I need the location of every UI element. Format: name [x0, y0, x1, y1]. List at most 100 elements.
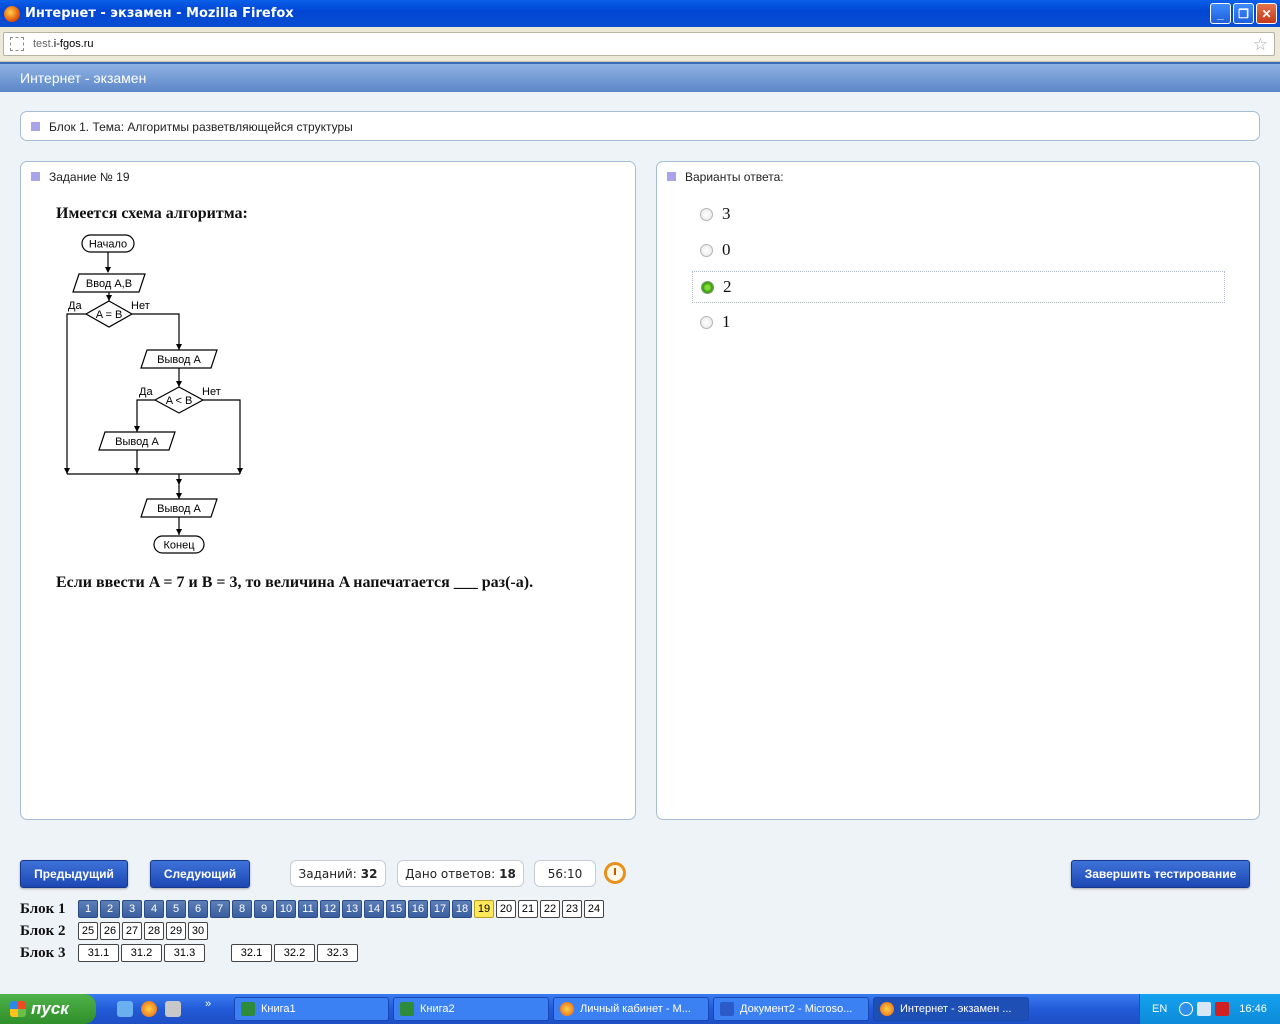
taskbar-item-label: Книга2: [420, 1003, 455, 1015]
navigation-bar: test.i-fgos.ru ☆: [0, 27, 1280, 62]
previous-button[interactable]: Предыдущий: [20, 860, 128, 888]
firefox-icon: [4, 5, 20, 22]
site-identity-icon[interactable]: [10, 37, 24, 51]
timer-value: 56:10: [547, 866, 583, 881]
task-nav-button[interactable]: 15: [386, 900, 406, 918]
minimize-button[interactable]: _: [1210, 3, 1231, 24]
excel-icon: [400, 1002, 414, 1016]
block-row-2: Блок 2 25 26 27 28 29 30: [20, 921, 208, 941]
task-nav-button[interactable]: 9: [254, 900, 274, 918]
taskbar-item-active[interactable]: Интернет - экзамен ...: [873, 997, 1029, 1021]
url-text: test.i-fgos.ru: [33, 38, 94, 50]
tasks-count-box: Заданий: 32: [290, 860, 386, 887]
task-nav-button[interactable]: 31.1: [78, 944, 119, 962]
answers-label: Варианты ответа:: [685, 170, 784, 184]
task-nav-button[interactable]: 31.3: [164, 944, 205, 962]
task-nav-button[interactable]: 2: [100, 900, 120, 918]
task-nav-button[interactable]: 12: [320, 900, 340, 918]
tasks-count-value: 32: [360, 866, 378, 881]
task-nav-button[interactable]: 8: [232, 900, 252, 918]
antivirus-icon[interactable]: [1215, 1002, 1230, 1016]
task-nav-button[interactable]: 17: [430, 900, 450, 918]
flowchart-yes-label-1: Да: [68, 300, 82, 312]
answer-option-label: 0: [722, 240, 731, 259]
task-nav-list: 31.1 31.2 31.3 32.1 32.2 32.3: [78, 944, 358, 962]
task-nav-button[interactable]: 30: [188, 922, 208, 940]
task-nav-button[interactable]: 3: [122, 900, 142, 918]
task-nav-button[interactable]: 13: [342, 900, 362, 918]
task-nav-button[interactable]: 1: [78, 900, 98, 918]
restore-button[interactable]: ❐: [1233, 3, 1254, 24]
windows-logo-icon: [10, 1001, 26, 1017]
radio-button[interactable]: [700, 243, 713, 257]
task-nav-button[interactable]: 22: [540, 900, 560, 918]
task-nav-button[interactable]: 16: [408, 900, 428, 918]
task-nav-list: 25 26 27 28 29 30: [78, 922, 208, 940]
next-button[interactable]: Следующий: [150, 860, 250, 888]
answered-count-box: Дано ответов: 18: [397, 860, 524, 887]
task-nav-button[interactable]: 32.2: [274, 944, 315, 962]
answer-option[interactable]: 3: [692, 198, 1225, 230]
task-nav-button[interactable]: 27: [122, 922, 142, 940]
tray-expand-icon[interactable]: [1179, 1002, 1194, 1016]
firefox-icon: [880, 1002, 894, 1016]
taskbar-item[interactable]: Личный кабинет - M...: [553, 997, 709, 1021]
task-nav-list: 1 2 3 4 5 6 7 8 9 10 11 12 13 14 15 16 17 18 19 20 21 22 23 24: [78, 900, 604, 918]
task-nav-button[interactable]: 26: [100, 922, 120, 940]
task-nav-button[interactable]: 28: [144, 922, 164, 940]
answer-option[interactable]: 0: [692, 234, 1225, 266]
question-text: Если ввести A = 7 и B = 3, то величина A…: [56, 574, 534, 591]
close-button[interactable]: ✕: [1256, 3, 1277, 24]
radio-button-checked[interactable]: [701, 280, 714, 294]
task-nav-button[interactable]: 32.1: [231, 944, 272, 962]
bookmark-star-icon[interactable]: ☆: [1253, 35, 1268, 55]
quicklaunch-ie-icon[interactable]: [117, 1001, 133, 1017]
answer-option-label: 2: [723, 277, 732, 296]
task-nav-button[interactable]: 14: [364, 900, 384, 918]
taskbar-item[interactable]: Книга1: [234, 997, 389, 1021]
task-nav-button[interactable]: 18: [452, 900, 472, 918]
task-nav-button[interactable]: 10: [276, 900, 296, 918]
flowchart-no-label-1: Нет: [131, 300, 150, 312]
task-nav-button[interactable]: 19: [474, 900, 494, 918]
answer-option-label: 1: [722, 312, 731, 331]
flowchart-output-3-label: Вывод A: [157, 503, 201, 515]
url-field[interactable]: test.i-fgos.ru ☆: [3, 32, 1275, 56]
taskbar-item[interactable]: Документ2 - Microso...: [713, 997, 869, 1021]
answer-option-selected[interactable]: 2: [692, 271, 1225, 303]
flowchart-output-1-label: Вывод A: [157, 354, 201, 366]
task-nav-button[interactable]: 25: [78, 922, 98, 940]
app-header: Интернет - экзамен: [0, 62, 1280, 92]
task-nav-button[interactable]: 29: [166, 922, 186, 940]
taskbar-item[interactable]: Книга2: [393, 997, 549, 1021]
task-nav-button[interactable]: 31.2: [121, 944, 162, 962]
answer-option[interactable]: 1: [692, 306, 1225, 338]
task-nav-button[interactable]: 32.3: [317, 944, 358, 962]
system-tray: EN 16:46: [1139, 994, 1280, 1024]
radio-button[interactable]: [700, 207, 713, 221]
word-icon: [720, 1002, 734, 1016]
task-nav-button[interactable]: 23: [562, 900, 582, 918]
start-button[interactable]: пуск: [0, 994, 96, 1024]
language-indicator[interactable]: EN: [1152, 1003, 1167, 1015]
task-nav-button[interactable]: 20: [496, 900, 516, 918]
task-nav-button[interactable]: 11: [298, 900, 318, 918]
taskbar-item-label: Документ2 - Microso...: [740, 1003, 853, 1015]
flowchart-yes-label-2: Да: [139, 386, 153, 398]
answered-count-value: 18: [499, 866, 516, 881]
taskbar-item-label: Книга1: [261, 1003, 296, 1015]
task-nav-button[interactable]: 6: [188, 900, 208, 918]
task-nav-button[interactable]: 7: [210, 900, 230, 918]
radio-button[interactable]: [700, 315, 713, 329]
task-nav-button[interactable]: 24: [584, 900, 604, 918]
network-icon[interactable]: [1197, 1002, 1212, 1016]
quicklaunch-firefox-icon[interactable]: [141, 1001, 157, 1017]
task-nav-button[interactable]: 4: [144, 900, 164, 918]
finish-test-button[interactable]: Завершить тестирование: [1071, 860, 1250, 888]
firefox-icon: [560, 1002, 574, 1016]
quicklaunch-app-icon[interactable]: [165, 1001, 181, 1017]
answer-option-label: 3: [722, 204, 731, 223]
quicklaunch-expand-icon[interactable]: »: [205, 998, 211, 1010]
task-nav-button[interactable]: 21: [518, 900, 538, 918]
task-nav-button[interactable]: 5: [166, 900, 186, 918]
